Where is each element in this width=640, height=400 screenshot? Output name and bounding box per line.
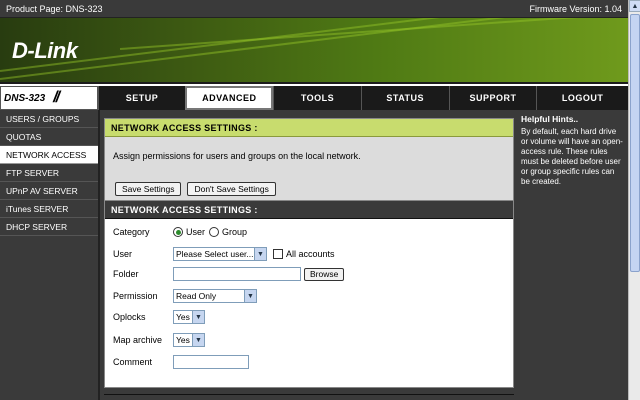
hints-title: Helpful Hints.. (521, 114, 579, 124)
top-bar: Product Page: DNS-323 Firmware Version: … (0, 0, 628, 18)
folder-input[interactable] (173, 267, 301, 281)
oplocks-select-value: Yes (176, 312, 190, 322)
form-panel-title: NETWORK ACCESS SETTINGS : (105, 201, 513, 219)
permission-label: Permission (113, 291, 158, 301)
tab-support[interactable]: SUPPORT (448, 86, 537, 110)
hints-text: By default, each hard drive or volume wi… (521, 127, 623, 186)
map-archive-label: Map archive (113, 335, 163, 345)
all-accounts-checkbox[interactable] (273, 249, 283, 259)
intro-panel-title: NETWORK ACCESS SETTINGS : (105, 119, 513, 137)
tab-tools[interactable]: TOOLS (273, 86, 361, 110)
dlink-logo: D-Link (12, 38, 78, 63)
permission-select[interactable]: Read Only ▼ (173, 289, 257, 303)
model-badge: DNS-323 // (0, 86, 98, 110)
user-select[interactable]: Please Select user... ▼ (173, 247, 267, 261)
slash-decoration: // (53, 89, 60, 106)
category-user-radio[interactable] (173, 227, 183, 237)
sidebar-item-itunes-server[interactable]: iTunes SERVER (0, 200, 98, 218)
next-panel-header (104, 394, 514, 400)
map-archive-select-value: Yes (176, 335, 190, 345)
permission-row: Permission Read Only ▼ (113, 289, 257, 303)
firmware-version-text: Firmware Version: 1.04 (529, 3, 622, 14)
main-content: NETWORK ACCESS SETTINGS : Assign permiss… (100, 110, 517, 400)
product-page-text: Product Page: DNS-323 (6, 3, 103, 14)
sidebar-item-network-access[interactable]: NETWORK ACCESS (0, 146, 98, 164)
category-user-label: User (186, 227, 206, 237)
user-row: User Please Select user... ▼ All account… (113, 247, 335, 261)
main-nav: DNS-323 // SETUP ADVANCED TOOLS STATUS S… (0, 86, 629, 110)
user-label: User (113, 249, 133, 259)
network-access-form-panel: NETWORK ACCESS SETTINGS : Category User … (104, 200, 514, 388)
scroll-thumb[interactable] (630, 14, 640, 272)
comment-input[interactable] (173, 355, 249, 369)
model-name: DNS-323 (4, 92, 46, 104)
chevron-down-icon: ▼ (192, 311, 204, 323)
sidebar-item-ftp-server[interactable]: FTP SERVER (0, 164, 98, 182)
scroll-up-icon[interactable]: ▲ (629, 0, 640, 12)
sidebar-item-upnp-av-server[interactable]: UPnP AV SERVER (0, 182, 98, 200)
sidebar-item-users-groups[interactable]: USERS / GROUPS (0, 110, 98, 128)
folder-label: Folder (113, 269, 139, 279)
helpful-hints-panel: Helpful Hints.. By default, each hard dr… (517, 110, 628, 400)
chevron-down-icon: ▼ (244, 290, 256, 302)
brand-banner: D-Link (0, 18, 628, 84)
page-scrollbar[interactable]: ▲ (628, 0, 640, 400)
sidebar-item-quotas[interactable]: QUOTAS (0, 128, 98, 146)
dont-save-settings-button[interactable]: Don't Save Settings (187, 182, 276, 196)
chevron-down-icon: ▼ (192, 334, 204, 346)
save-settings-button[interactable]: Save Settings (115, 182, 182, 196)
intro-description: Assign permissions for users and groups … (113, 151, 361, 161)
permission-select-value: Read Only (176, 291, 217, 301)
tab-advanced[interactable]: ADVANCED (185, 86, 274, 110)
oplocks-select[interactable]: Yes ▼ (173, 310, 205, 324)
folder-row: Folder Browse (113, 267, 345, 281)
comment-label: Comment (113, 357, 153, 367)
all-accounts-label: All accounts (286, 249, 335, 259)
tab-status[interactable]: STATUS (360, 86, 449, 110)
user-select-value: Please Select user... (176, 249, 254, 259)
category-label: Category (113, 227, 150, 237)
map-archive-row: Map archive Yes ▼ (113, 333, 205, 347)
browse-button[interactable]: Browse (304, 267, 345, 281)
category-group-label: Group (222, 227, 248, 237)
chevron-down-icon: ▼ (254, 248, 266, 260)
category-group-radio[interactable] (209, 227, 220, 237)
map-archive-select[interactable]: Yes ▼ (173, 333, 205, 347)
sidebar-item-dhcp-server[interactable]: DHCP SERVER (0, 218, 98, 236)
sidebar: USERS / GROUPS QUOTAS NETWORK ACCESS FTP… (0, 110, 100, 400)
comment-row: Comment (113, 355, 249, 369)
category-row: Category User Group (113, 227, 247, 237)
tab-logout[interactable]: LOGOUT (536, 86, 629, 110)
tab-setup[interactable]: SETUP (97, 86, 186, 110)
oplocks-row: Oplocks Yes ▼ (113, 310, 205, 324)
settings-intro-panel: NETWORK ACCESS SETTINGS : Assign permiss… (104, 118, 514, 202)
oplocks-label: Oplocks (113, 312, 146, 322)
